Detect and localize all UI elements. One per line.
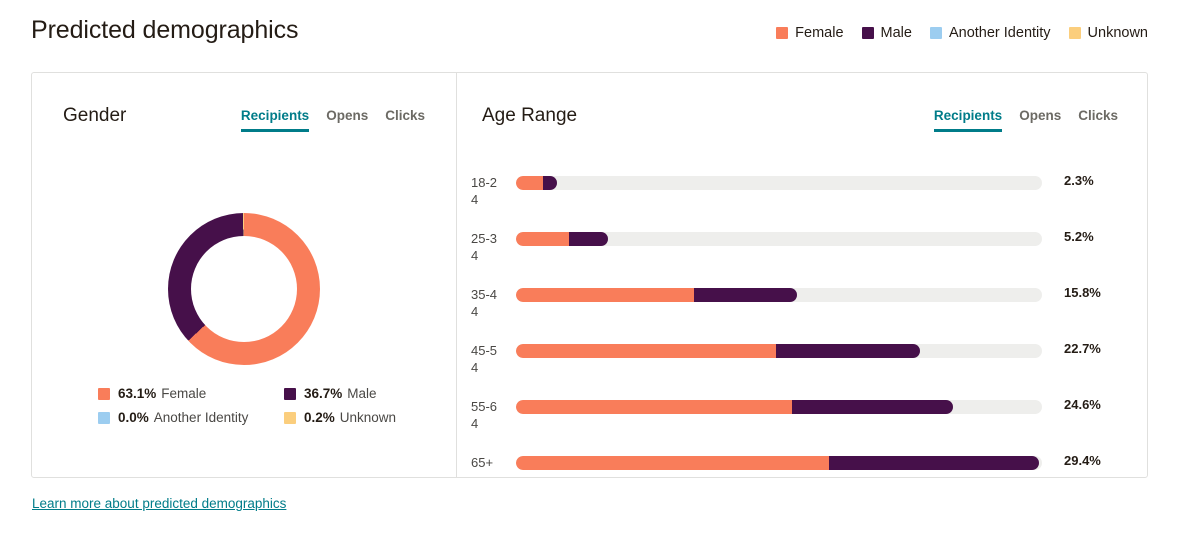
gender-legend: 63.1% Female 36.7% Male 0.0% Another Ident…: [98, 386, 428, 425]
age-range-bar-fill: [516, 176, 557, 190]
gender-card-tabs: Recipients Opens Clicks: [240, 108, 425, 132]
gender-legend-label: Another Identity: [153, 410, 249, 425]
age-range-bar-segment-male: [693, 288, 797, 302]
age-range-bar-segment-male: [775, 344, 920, 358]
age-range-bar-segment-female: [516, 456, 829, 470]
age-range-bar-segment-male: [828, 456, 1039, 470]
gender-card-title: Gender: [63, 105, 127, 126]
age-range-label: 45-54: [471, 343, 498, 375]
age-range-bar-segment-female: [516, 176, 543, 190]
gender-donut-chart: [32, 213, 456, 378]
gender-legend-percent: 36.7%: [304, 386, 343, 401]
gender-card: Gender Recipients Opens Clicks 63.1% Femal…: [32, 73, 456, 477]
page-header: Predicted demographics Female Male Another…: [0, 0, 1200, 68]
age-range-bar-segment-male: [542, 176, 557, 190]
age-range-percent: 22.7%: [1064, 341, 1101, 356]
age-range-bar-chart: 18-24 2.3% 25-34 5.2% 35-44 15.8% 45-54 22.7% 55…: [471, 163, 1123, 499]
legend-swatch-another-identity-icon: [98, 411, 110, 424]
age-range-bar-fill: [516, 344, 920, 358]
age-range-label: 55-64: [471, 399, 498, 431]
tab-gender-clicks[interactable]: Clicks: [385, 108, 425, 132]
tab-age-recipients[interactable]: Recipients: [933, 108, 1003, 132]
age-range-bar-fill: [516, 232, 609, 246]
gender-legend-item: 0.2% Unknown: [284, 410, 428, 425]
age-range-label: 65+: [471, 455, 494, 470]
gender-legend-label: Male: [347, 386, 377, 401]
age-range-label: 35-44: [471, 287, 498, 319]
age-range-bar-segment-female: [516, 288, 694, 302]
age-range-bar-track: [516, 344, 1042, 358]
legend-entry: Male: [861, 25, 912, 41]
legend-label: Another Identity: [948, 25, 1051, 41]
age-range-bar-track: [516, 288, 1042, 302]
age-range-card-title: Age Range: [482, 105, 578, 126]
age-range-row: 55-64 24.6%: [471, 387, 1123, 443]
learn-more-link[interactable]: Learn more about predicted demographics: [32, 496, 286, 511]
legend-label: Male: [880, 25, 912, 41]
age-range-bar-fill: [516, 400, 954, 414]
legend-label: Female: [795, 25, 844, 41]
legend-entry: Another Identity: [929, 25, 1051, 41]
age-range-percent: 15.8%: [1064, 285, 1101, 300]
age-range-label: 18-24: [471, 175, 498, 207]
age-range-bar-fill: [516, 288, 797, 302]
age-range-card-header: Age Range Recipients Opens Clicks: [457, 103, 1147, 137]
age-range-row: 18-24 2.3%: [471, 163, 1123, 219]
gender-card-header: Gender Recipients Opens Clicks: [32, 103, 456, 137]
age-range-bar-segment-female: [516, 400, 792, 414]
page-title: Predicted demographics: [31, 16, 299, 44]
gender-donut: [168, 213, 320, 365]
age-range-row: 25-34 5.2%: [471, 219, 1123, 275]
gender-legend-label: Female: [161, 386, 207, 401]
demographics-panel: Gender Recipients Opens Clicks 63.1% Femal…: [31, 72, 1148, 478]
legend-entry: Unknown: [1068, 25, 1148, 41]
legend-swatch-unknown-icon: [284, 411, 296, 424]
age-range-card: Age Range Recipients Opens Clicks 18-24 2.3…: [456, 73, 1147, 477]
age-range-bar-segment-male: [791, 400, 954, 414]
age-range-bar-segment-female: [516, 232, 570, 246]
age-range-percent: 24.6%: [1064, 397, 1101, 412]
age-range-bar-track: [516, 176, 1042, 190]
legend-swatch-unknown: [1068, 27, 1081, 39]
age-range-row: 35-44 15.8%: [471, 275, 1123, 331]
age-range-row: 45-54 22.7%: [471, 331, 1123, 387]
legend-swatch-male-icon: [284, 387, 296, 400]
age-range-card-tabs: Recipients Opens Clicks: [933, 108, 1118, 132]
gender-legend-item: 0.0% Another Identity: [98, 410, 284, 425]
legend-entry: Female: [776, 25, 844, 41]
age-range-bar-track: [516, 400, 1042, 414]
gender-legend-percent: 63.1%: [118, 386, 157, 401]
tab-gender-recipients[interactable]: Recipients: [240, 108, 310, 132]
tab-age-clicks[interactable]: Clicks: [1078, 108, 1118, 132]
age-range-row: 65+ 29.4%: [471, 443, 1123, 499]
age-range-percent: 5.2%: [1064, 229, 1094, 244]
gender-legend-item: 36.7% Male: [284, 386, 428, 401]
legend-label: Unknown: [1087, 25, 1148, 41]
legend-swatch-female-icon: [98, 387, 110, 400]
gender-legend-item: 63.1% Female: [98, 386, 284, 401]
age-range-bar-track: [516, 232, 1042, 246]
age-range-bar-fill: [516, 456, 1039, 470]
age-range-percent: 29.4%: [1064, 453, 1101, 468]
age-range-label: 25-34: [471, 231, 498, 263]
age-range-bar-track: [516, 456, 1042, 470]
gender-legend-percent: 0.0%: [118, 410, 149, 425]
legend-swatch-female: [776, 27, 789, 39]
age-range-bar-segment-male: [569, 232, 609, 246]
age-range-bar-segment-female: [516, 344, 776, 358]
top-legend: Female Male Another Identity Unknown: [776, 25, 1148, 41]
legend-swatch-male: [861, 27, 874, 39]
tab-age-opens[interactable]: Opens: [1019, 108, 1061, 132]
age-range-percent: 2.3%: [1064, 173, 1094, 188]
tab-gender-opens[interactable]: Opens: [326, 108, 368, 132]
gender-legend-label: Unknown: [339, 410, 397, 425]
legend-swatch-another-identity: [929, 27, 942, 39]
gender-legend-percent: 0.2%: [304, 410, 335, 425]
